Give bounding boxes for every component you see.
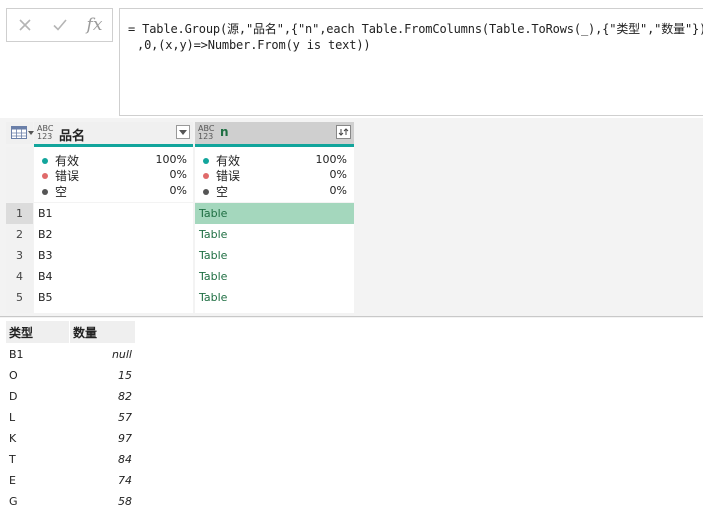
column-name-n: n xyxy=(220,125,229,139)
row-number[interactable]: 1 xyxy=(6,203,33,224)
preview-cell-type: O xyxy=(6,365,69,386)
table-icon xyxy=(11,126,27,139)
type-badge-any-bottom: 123 xyxy=(198,132,214,141)
quality-error-pct: 0% xyxy=(329,168,347,181)
panel-divider[interactable] xyxy=(0,316,703,317)
quality-error-label: 错误 xyxy=(42,167,79,184)
type-badge-any-bottom: 123 xyxy=(37,132,53,141)
table-cell-link[interactable]: Table xyxy=(195,245,354,266)
cancel-button[interactable] xyxy=(7,9,42,41)
quality-empty-text: 空 xyxy=(55,185,68,199)
commit-button[interactable] xyxy=(42,9,77,41)
preview-cell-type: K xyxy=(6,428,69,449)
preview-header-quantity: 数量 xyxy=(70,321,135,343)
preview-cell-quantity: 84 xyxy=(70,449,135,470)
preview-cell-quantity: 82 xyxy=(70,386,135,407)
table-cell-partial xyxy=(195,308,354,313)
table-cell-link[interactable]: Table xyxy=(195,224,354,245)
row-number[interactable]: 4 xyxy=(6,266,33,287)
preview-cell-type: L xyxy=(6,407,69,428)
quality-valid-pct: 100% xyxy=(155,153,187,166)
formula-bar-buttons: fx xyxy=(6,8,113,42)
quality-empty-text: 空 xyxy=(216,185,229,199)
quality-empty-label: 空 xyxy=(42,183,67,200)
preview-cell-type: E xyxy=(6,470,69,491)
quality-valid-pct: 100% xyxy=(315,153,347,166)
table-cell[interactable]: B5 xyxy=(34,287,193,308)
preview-cell-quantity: null xyxy=(70,344,135,365)
quality-empty-pct: 0% xyxy=(169,184,187,197)
preview-cell-quantity: 57 xyxy=(70,407,135,428)
preview-cell-quantity: 15 xyxy=(70,365,135,386)
table-cell-link[interactable]: Table xyxy=(195,287,354,308)
table-cell-link[interactable]: Table xyxy=(195,203,354,224)
preview-cell-quantity: 97 xyxy=(70,428,135,449)
table-cell[interactable]: B4 xyxy=(34,266,193,287)
preview-cell-type: B1 xyxy=(6,344,69,365)
table-cell[interactable]: B1 xyxy=(34,203,193,224)
table-corner[interactable] xyxy=(6,122,34,144)
table-cell-link[interactable]: Table xyxy=(195,266,354,287)
fx-label: fx xyxy=(86,15,103,35)
formula-text-line-2[interactable]: ,0,(x,y)=>Number.From(y is text)) xyxy=(137,38,371,52)
quality-error-label: 错误 xyxy=(203,167,240,184)
preview-cell-quantity: 74 xyxy=(70,470,135,491)
preview-cell-quantity: 58 xyxy=(70,491,135,512)
valid-dot-icon xyxy=(203,157,209,164)
row-number[interactable]: 5 xyxy=(6,287,33,308)
column-name-pinming: 品名 xyxy=(59,129,86,144)
check-icon xyxy=(52,19,67,31)
quality-error-text: 错误 xyxy=(55,169,80,183)
preview-cell-type: T xyxy=(6,449,69,470)
table-cell-partial xyxy=(34,308,193,313)
error-dot-icon xyxy=(42,172,48,179)
expand-column-button[interactable] xyxy=(336,125,351,139)
preview-cell-type: G xyxy=(6,491,69,512)
empty-dot-icon xyxy=(203,188,209,195)
formula-editor[interactable]: = Table.Group(源,"品名",{"n",each Table.Fro… xyxy=(119,8,703,116)
quality-error-pct: 0% xyxy=(169,168,187,181)
x-icon xyxy=(18,19,31,31)
formula-text-line-1[interactable]: = Table.Group(源,"品名",{"n",each Table.Fro… xyxy=(128,20,703,37)
preview-cell-type: D xyxy=(6,386,69,407)
row-number-blank xyxy=(6,147,33,202)
table-cell[interactable]: B2 xyxy=(34,224,193,245)
quality-error-text: 错误 xyxy=(216,169,241,183)
error-dot-icon xyxy=(203,172,209,179)
valid-dot-icon xyxy=(42,157,48,164)
expand-icon xyxy=(338,128,349,136)
row-number[interactable]: 3 xyxy=(6,245,33,266)
table-cell[interactable]: B3 xyxy=(34,245,193,266)
row-number-partial xyxy=(6,308,33,313)
quality-empty-label: 空 xyxy=(203,183,228,200)
row-number[interactable]: 2 xyxy=(6,224,33,245)
quality-empty-pct: 0% xyxy=(329,184,347,197)
column-filter-button[interactable] xyxy=(176,125,190,139)
column-header-pinming[interactable]: ABC 123 xyxy=(34,122,193,144)
preview-header-type: 类型 xyxy=(6,321,69,343)
empty-dot-icon xyxy=(42,188,48,195)
dropdown-icon xyxy=(179,130,187,135)
insert-function-button[interactable]: fx xyxy=(77,9,112,41)
column-header-n[interactable]: ABC 123 xyxy=(195,122,354,144)
